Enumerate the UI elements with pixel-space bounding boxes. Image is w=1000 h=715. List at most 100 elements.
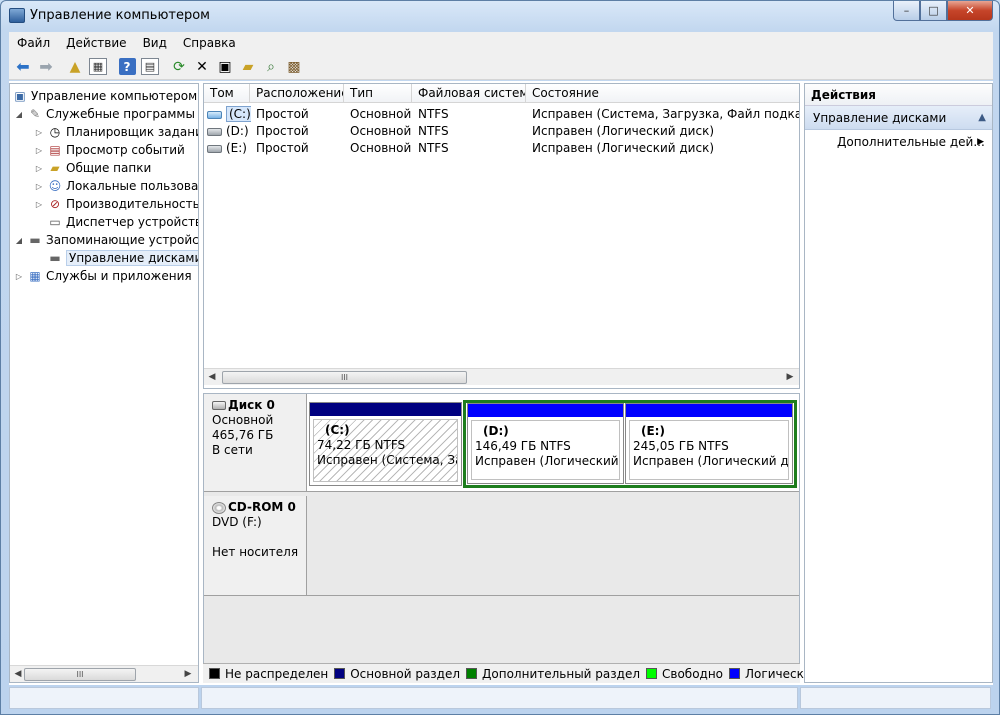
cell-fs: NTFS [418, 107, 449, 121]
properties-icon[interactable]: ▣ [214, 56, 236, 78]
table-row[interactable]: (C:) [207, 106, 251, 123]
scroll-thumb[interactable]: III [24, 668, 136, 681]
menu-view[interactable]: Вид [135, 36, 175, 50]
tree-item-system-tools[interactable]: ◢ ✎ Служебные программы [14, 105, 195, 123]
legend-label: Не распределен [225, 666, 329, 681]
title-bar[interactable]: Управление компьютером – □ ✕ [1, 1, 999, 31]
legend-swatch [729, 668, 741, 679]
menu-file[interactable]: Файл [9, 36, 58, 50]
tree-item-local-users[interactable]: ▷ ☺ Локальные пользовате [34, 177, 198, 195]
forward-arrow-icon[interactable]: ➡ [35, 56, 57, 78]
scroll-left-arrow-icon[interactable]: ◀ [206, 371, 218, 384]
partition-e-body: (E:) 245,05 ГБ NTFS Исправен (Логический… [629, 420, 789, 480]
close-button[interactable]: ✕ [947, 1, 993, 21]
delete-icon[interactable]: ✕ [191, 56, 213, 78]
scroll-right-arrow-icon[interactable]: ▶ [182, 668, 194, 681]
menu-action[interactable]: Действие [58, 36, 134, 50]
column-header-volume[interactable]: Том [204, 84, 250, 103]
event-log-icon: ▤ [49, 143, 61, 157]
expand-arrow-icon[interactable]: ▷ [34, 182, 44, 191]
expand-arrow-icon[interactable]: ◢ [14, 236, 24, 245]
disk0-name: Диск 0 [228, 398, 275, 412]
volume-list-horizontal-scrollbar[interactable]: ◀ III ▶ [204, 368, 799, 385]
tree-item-storage[interactable]: ◢ ▬ Запоминающие устройст [14, 231, 198, 249]
table-row[interactable]: (D:) [207, 123, 251, 140]
collapse-up-icon[interactable]: ▲ [978, 106, 986, 130]
partition-c[interactable]: (C:) 74,22 ГБ NTFS Исправен (Система, За… [309, 402, 462, 486]
tree-item-performance[interactable]: ▷ ⊘ Производительность [34, 195, 198, 213]
partition-e[interactable]: (E:) 245,05 ГБ NTFS Исправен (Логический… [625, 403, 793, 484]
status-segment [9, 687, 199, 709]
more-actions-item[interactable]: Дополнительные дей... ▶ [805, 130, 992, 154]
tree-item-task-scheduler[interactable]: ▷ ◷ Планировщик заданий [34, 123, 199, 141]
legend-label: Основной раздел [350, 666, 461, 681]
partition-d[interactable]: (D:) 146,49 ГБ NTFS Исправен (Логический… [467, 403, 624, 484]
menu-help[interactable]: Справка [175, 36, 244, 50]
tree-item-services[interactable]: ▷ ▦ Службы и приложения [14, 267, 192, 285]
hard-disk-icon [212, 401, 226, 410]
cell-layout: Простой [256, 107, 309, 121]
expand-arrow-icon[interactable]: ▷ [34, 164, 44, 173]
column-header-type[interactable]: Тип [344, 84, 412, 103]
device-manager-icon: ▭ [49, 215, 61, 229]
scroll-right-arrow-icon[interactable]: ▶ [784, 371, 796, 384]
legend-item: Дополнительный раздел [466, 667, 640, 681]
tree-horizontal-scrollbar[interactable]: ◀ III ▶ [10, 665, 198, 682]
cd-drive-icon [212, 501, 226, 514]
maximize-button[interactable]: □ [920, 1, 947, 21]
search-icon[interactable]: ⌕ [260, 56, 282, 78]
cdrom-area[interactable] [307, 496, 799, 596]
partition-name: (E:) [641, 424, 665, 438]
actions-section-label: Управление дисками [813, 111, 947, 125]
disk-settings-icon[interactable]: ▩ [283, 56, 305, 78]
up-folder-icon[interactable]: ▲ [64, 56, 86, 78]
legend: Не распределен Основной раздел Дополните… [203, 663, 853, 683]
cdrom-label[interactable]: CD-ROM 0 DVD (F:) Нет носителя [204, 496, 307, 596]
actions-header: Действия [805, 84, 992, 106]
show-hide-action-pane-icon[interactable]: ▤ [139, 56, 161, 78]
expand-arrow-icon[interactable]: ◢ [14, 110, 24, 119]
tree-label: Службы и приложения [46, 269, 192, 283]
help-icon[interactable]: ? [116, 56, 138, 78]
tree-item-shared-folders[interactable]: ▷ ▰ Общие папки [34, 159, 151, 177]
tree-item-event-viewer[interactable]: ▷ ▤ Просмотр событий [34, 141, 185, 159]
tree-item-device-manager[interactable]: ▭ Диспетчер устройств [47, 213, 198, 231]
tree-root[interactable]: ▣ Управление компьютером (л [12, 87, 199, 105]
expand-arrow-icon[interactable]: ▷ [14, 272, 24, 281]
partition-c-bar [310, 403, 461, 416]
scroll-left-arrow-icon[interactable]: ◀ [12, 668, 24, 681]
partition-name: (D:) [483, 424, 509, 438]
tree-label: Планировщик заданий [66, 125, 199, 139]
show-hide-tree-icon[interactable]: ▦ [87, 56, 109, 78]
back-arrow-icon[interactable]: ⬅ [12, 56, 34, 78]
window: Управление компьютером – □ ✕ Файл Действ… [0, 0, 1000, 715]
expand-arrow-icon[interactable]: ▷ [34, 128, 44, 137]
legend-swatch [209, 668, 220, 679]
menu-bar: Файл Действие Вид Справка [9, 32, 993, 54]
tree-label: Общие папки [66, 161, 152, 175]
cdrom-drive: DVD (F:) [212, 515, 262, 529]
tree-root-label: Управление компьютером (л [31, 89, 199, 103]
expand-arrow-icon[interactable]: ▷ [34, 200, 44, 209]
column-header-status[interactable]: Состояние [526, 84, 799, 103]
legend-swatch [646, 668, 657, 679]
column-header-layout[interactable]: Расположение [250, 84, 344, 103]
cdrom-status: Нет носителя [212, 545, 299, 559]
disk0-label[interactable]: Диск 0 Основной 465,76 ГБ В сети [204, 394, 307, 492]
users-icon: ☺ [48, 179, 62, 193]
cell-type: Основной [350, 107, 412, 121]
tree-item-disk-management[interactable]: ▬ Управление дисками [47, 249, 198, 267]
system-drive-icon [207, 110, 222, 119]
expand-arrow-icon[interactable]: ▷ [34, 146, 44, 155]
column-header-filesystem[interactable]: Файловая система [412, 84, 526, 103]
actions-section-disk-management[interactable]: Управление дисками ▲ [805, 106, 992, 130]
refresh-icon[interactable]: ⟳ [168, 56, 190, 78]
volume-name: (D:) [226, 124, 249, 138]
partition-status: Исправен (Система, Загр [317, 453, 457, 467]
scroll-thumb[interactable]: III [222, 371, 467, 384]
minimize-button[interactable]: – [893, 1, 920, 21]
open-folder-icon[interactable]: ▰ [237, 56, 259, 78]
table-row[interactable]: (E:) [207, 140, 251, 157]
cell-status: Исправен (Логический диск) [532, 141, 715, 155]
partition-size: 245,05 ГБ NTFS [633, 439, 729, 453]
